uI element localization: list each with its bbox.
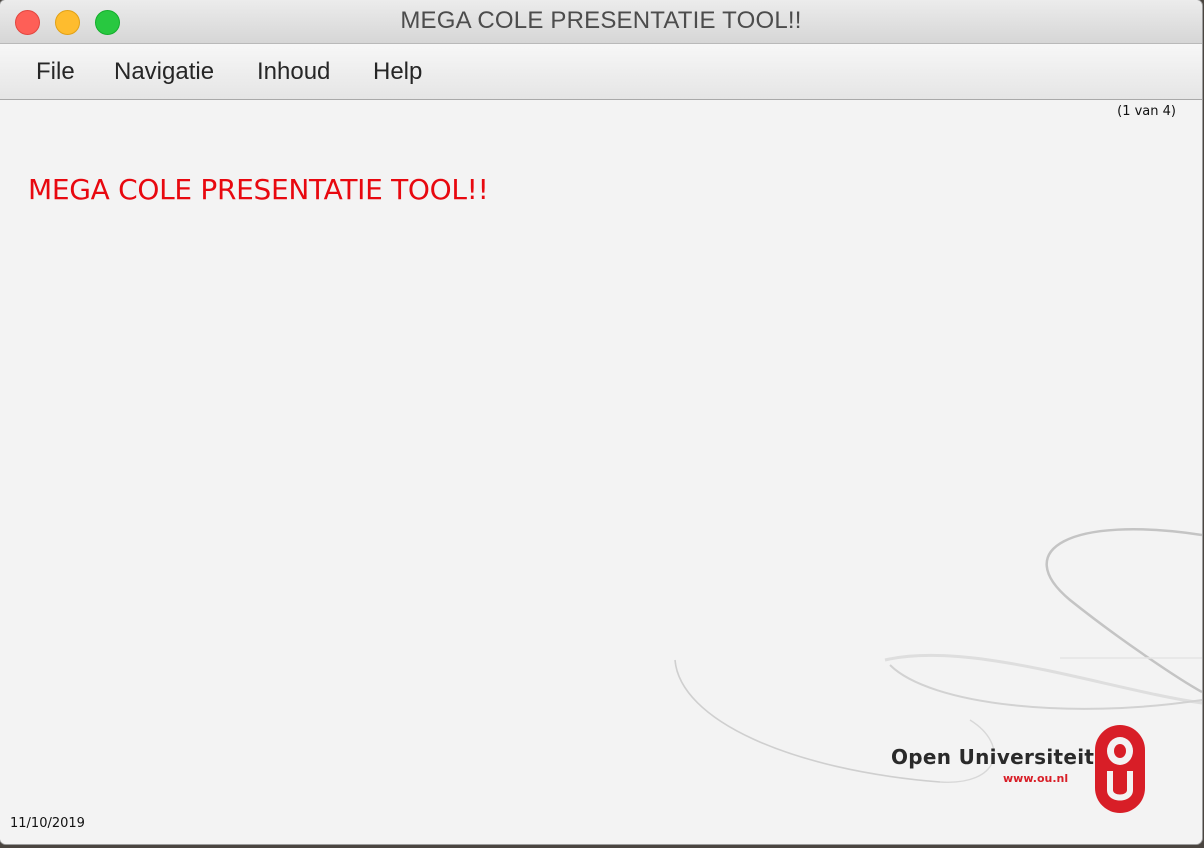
app-window: MEGA COLE PRESENTATIE TOOL!! File Naviga…	[0, 0, 1202, 844]
slide-title: MEGA COLE PRESENTATIE TOOL!!	[28, 173, 489, 206]
window-title: MEGA COLE PRESENTATIE TOOL!!	[400, 7, 802, 34]
menu-navigatie[interactable]: Navigatie	[114, 58, 214, 86]
logo-url: www.ou.nl	[1003, 772, 1069, 785]
slide-area[interactable]: (1 van 4) MEGA COLE PRESENTATIE TOOL!! O…	[0, 100, 1202, 844]
menu-file[interactable]: File	[36, 58, 75, 86]
logo-name: Open Universiteit	[891, 745, 1095, 769]
title-bar[interactable]: MEGA COLE PRESENTATIE TOOL!!	[0, 0, 1202, 44]
menu-inhoud[interactable]: Inhoud	[257, 58, 330, 86]
slide-counter: (1 van 4)	[1117, 104, 1176, 119]
slide-date: 11/10/2019	[10, 816, 85, 831]
menu-help[interactable]: Help	[373, 58, 422, 86]
menu-bar: File Navigatie Inhoud Help	[0, 44, 1202, 100]
ou-logo-icon	[1095, 725, 1145, 813]
